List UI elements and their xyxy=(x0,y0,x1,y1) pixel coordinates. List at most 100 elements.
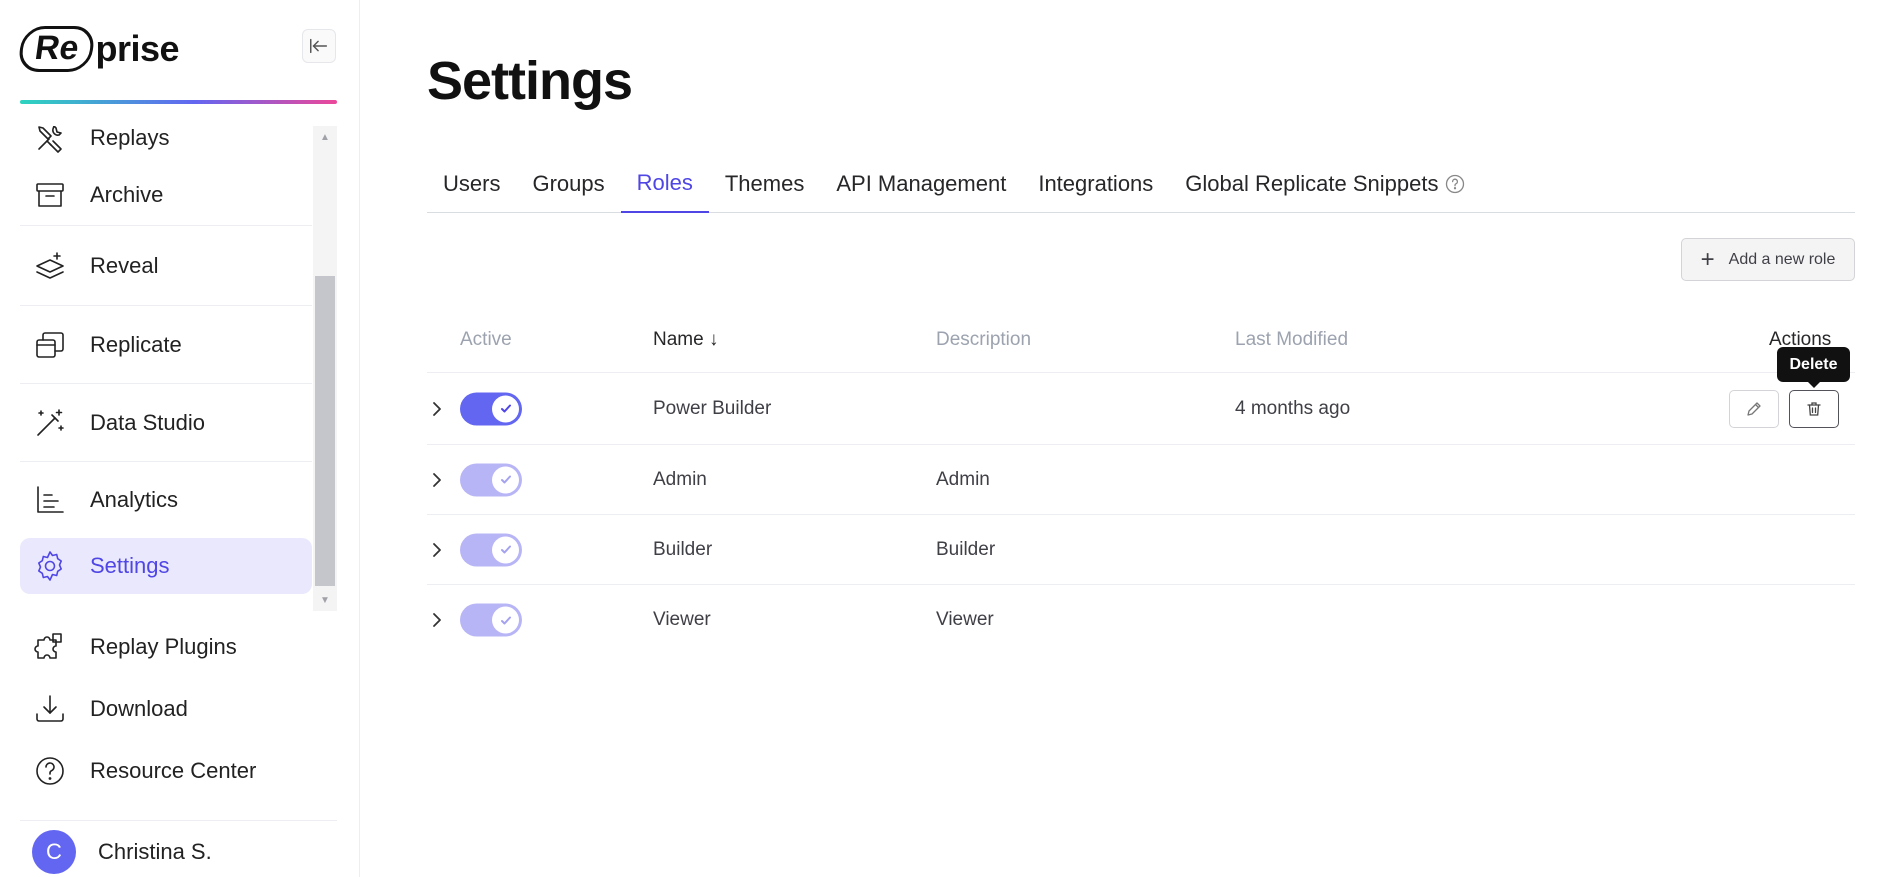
sidebar-nav-scroll-area[interactable]: Replays Archive Reveal Replicate Data St… xyxy=(20,126,337,611)
tab-roles[interactable]: Roles xyxy=(620,155,709,213)
tab-label: API Management xyxy=(836,171,1007,196)
question-circle-icon xyxy=(32,753,68,789)
table-row[interactable]: Builder Builder xyxy=(427,515,1855,585)
sidebar-item-data-studio[interactable]: Data Studio xyxy=(20,384,312,462)
check-icon xyxy=(492,395,519,422)
collapse-left-icon xyxy=(310,38,328,54)
trash-icon xyxy=(1807,401,1821,416)
table-row[interactable]: Admin Admin xyxy=(427,445,1855,515)
check-icon xyxy=(492,536,519,563)
sidebar-bottom-nav: Replay Plugins Download Resource Center xyxy=(20,616,337,802)
role-description: Admin xyxy=(936,468,990,490)
avatar: C xyxy=(32,830,76,874)
delete-tooltip: Delete xyxy=(1777,347,1850,388)
user-profile-menu[interactable]: C Christina S. xyxy=(20,820,337,877)
check-icon xyxy=(492,466,519,493)
sidebar-item-label: Reveal xyxy=(90,252,159,278)
delete-role-button[interactable] xyxy=(1789,389,1839,428)
sidebar-nav-list: Replays Archive Reveal Replicate Data St… xyxy=(20,126,312,594)
tools-icon xyxy=(32,126,68,156)
sidebar-item-archive[interactable]: Archive xyxy=(20,164,312,226)
sidebar: Re prise Replays Archive Reveal Replicat… xyxy=(0,0,360,877)
role-name: Viewer xyxy=(653,609,711,630)
scroll-down-arrow-icon[interactable]: ▼ xyxy=(313,589,337,611)
role-description: Viewer xyxy=(936,609,994,630)
sidebar-item-replays[interactable]: Replays xyxy=(20,126,312,164)
active-toggle-disabled xyxy=(460,533,522,566)
help-circle-icon[interactable] xyxy=(1444,173,1466,195)
tab-users[interactable]: Users xyxy=(427,155,516,213)
sidebar-item-label: Data Studio xyxy=(90,409,205,435)
sidebar-item-label: Replay Plugins xyxy=(90,634,237,659)
tab-label: Groups xyxy=(532,171,605,196)
role-name: Admin xyxy=(653,468,707,490)
brand-gradient-divider xyxy=(20,100,337,104)
scrollbar-thumb[interactable] xyxy=(315,276,335,586)
sidebar-item-replicate[interactable]: Replicate xyxy=(20,306,312,384)
table-row[interactable]: Power Builder 4 months ago xyxy=(427,373,1855,445)
settings-tabs: Users Groups Roles Themes API Management… xyxy=(427,155,1855,213)
chevron-right-icon[interactable] xyxy=(427,610,447,630)
sidebar-scrollbar[interactable]: ▲ ▼ xyxy=(313,126,337,611)
role-last-modified: 4 months ago xyxy=(1235,397,1351,419)
collapse-sidebar-button[interactable] xyxy=(302,29,336,63)
tab-label: Themes xyxy=(724,171,805,196)
windows-stack-icon xyxy=(32,327,68,363)
column-header-active: Active xyxy=(460,329,512,350)
scroll-up-arrow-icon[interactable]: ▲ xyxy=(313,126,337,148)
plus-icon: + xyxy=(1700,245,1715,273)
sidebar-item-label: Replicate xyxy=(90,331,182,357)
active-toggle-disabled xyxy=(460,463,522,496)
page-title: Settings xyxy=(427,51,633,111)
sidebar-item-analytics[interactable]: Analytics xyxy=(20,462,312,538)
tab-api-management[interactable]: API Management xyxy=(820,155,1022,213)
tab-themes[interactable]: Themes xyxy=(709,155,820,213)
sidebar-item-label: Resource Center xyxy=(90,758,257,783)
pencil-icon xyxy=(1747,401,1761,416)
archive-box-icon xyxy=(32,177,68,213)
logo-part-prise: prise xyxy=(95,28,180,69)
sidebar-item-label: Download xyxy=(90,696,188,721)
tab-integrations[interactable]: Integrations xyxy=(1022,155,1169,213)
sidebar-item-download[interactable]: Download xyxy=(20,678,337,740)
column-header-name[interactable]: Name ↓ xyxy=(653,329,718,351)
puzzle-icon xyxy=(32,629,68,665)
column-header-description: Description xyxy=(936,329,1032,350)
add-role-label: Add a new role xyxy=(1728,250,1836,268)
table-header: Active Name ↓ Description Last Modified … xyxy=(427,305,1855,373)
chevron-right-icon[interactable] xyxy=(427,399,447,419)
chevron-right-icon[interactable] xyxy=(427,540,447,560)
tab-groups[interactable]: Groups xyxy=(516,155,620,213)
tab-label: Users xyxy=(443,171,501,196)
sidebar-item-label: Analytics xyxy=(90,487,179,512)
add-new-role-button[interactable]: + Add a new role xyxy=(1681,238,1855,281)
role-description: Builder xyxy=(936,538,996,560)
tab-label: Roles xyxy=(636,170,693,195)
table-row[interactable]: Viewer Viewer xyxy=(427,585,1855,655)
column-header-last-modified: Last Modified xyxy=(1235,329,1349,350)
sidebar-item-replay-plugins[interactable]: Replay Plugins xyxy=(20,616,337,678)
reprise-logo[interactable]: Re prise xyxy=(16,26,180,72)
check-icon xyxy=(492,606,519,634)
column-header-name-label: Name xyxy=(653,329,704,350)
sidebar-item-label: Settings xyxy=(90,553,170,578)
tab-label: Integrations xyxy=(1038,171,1154,196)
sidebar-item-label: Archive xyxy=(90,181,164,207)
role-name: Builder xyxy=(653,538,713,560)
active-toggle[interactable] xyxy=(460,392,522,425)
tab-label: Global Replicate Snippets xyxy=(1185,171,1439,196)
tab-global-replicate-snippets[interactable]: Global Replicate Snippets xyxy=(1169,155,1482,213)
active-toggle-disabled xyxy=(460,603,522,637)
bar-chart-icon xyxy=(32,482,68,518)
sidebar-item-label: Replays xyxy=(90,126,170,150)
edit-role-button[interactable] xyxy=(1729,389,1779,428)
chevron-right-icon[interactable] xyxy=(427,470,447,490)
magic-wand-icon xyxy=(32,405,68,441)
gear-icon xyxy=(32,548,68,584)
sidebar-item-reveal[interactable]: Reveal xyxy=(20,226,312,306)
sort-descending-arrow-icon: ↓ xyxy=(708,329,719,350)
layers-sparkle-icon xyxy=(32,248,68,284)
sidebar-item-settings[interactable]: Settings xyxy=(20,538,312,594)
user-name: Christina S. xyxy=(98,839,212,864)
sidebar-item-resource-center[interactable]: Resource Center xyxy=(20,740,337,802)
